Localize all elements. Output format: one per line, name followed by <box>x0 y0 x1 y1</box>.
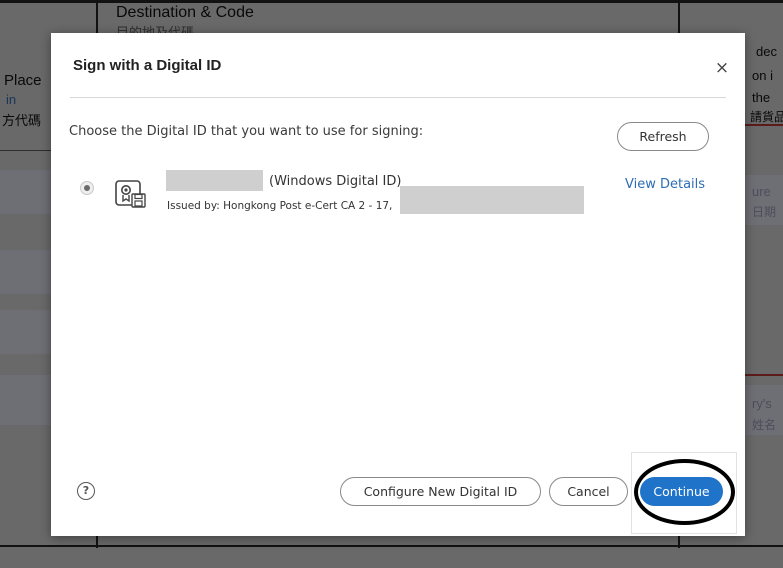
choose-id-prompt: Choose the Digital ID that you want to u… <box>69 124 424 139</box>
cancel-button[interactable]: Cancel <box>549 477 628 506</box>
close-icon: × <box>714 58 730 78</box>
digital-id-type: (Windows Digital ID) <box>269 174 402 189</box>
digital-id-issuer: Issued by: Hongkong Post e-Cert CA 2 - 1… <box>167 200 393 212</box>
digital-id-radio[interactable] <box>80 181 94 195</box>
close-button[interactable]: × <box>713 59 731 77</box>
refresh-button[interactable]: Refresh <box>617 122 709 151</box>
continue-button[interactable]: Continue <box>640 477 723 506</box>
configure-new-digital-id-button[interactable]: Configure New Digital ID <box>340 477 541 506</box>
view-details-link[interactable]: View Details <box>625 177 705 192</box>
dialog-title: Sign with a Digital ID <box>73 57 222 74</box>
help-icon[interactable]: ? <box>77 482 95 500</box>
redacted-issuer-details <box>400 186 584 214</box>
redacted-id-name <box>166 170 263 191</box>
digital-id-certificate-icon <box>115 180 146 208</box>
title-divider <box>70 97 726 98</box>
